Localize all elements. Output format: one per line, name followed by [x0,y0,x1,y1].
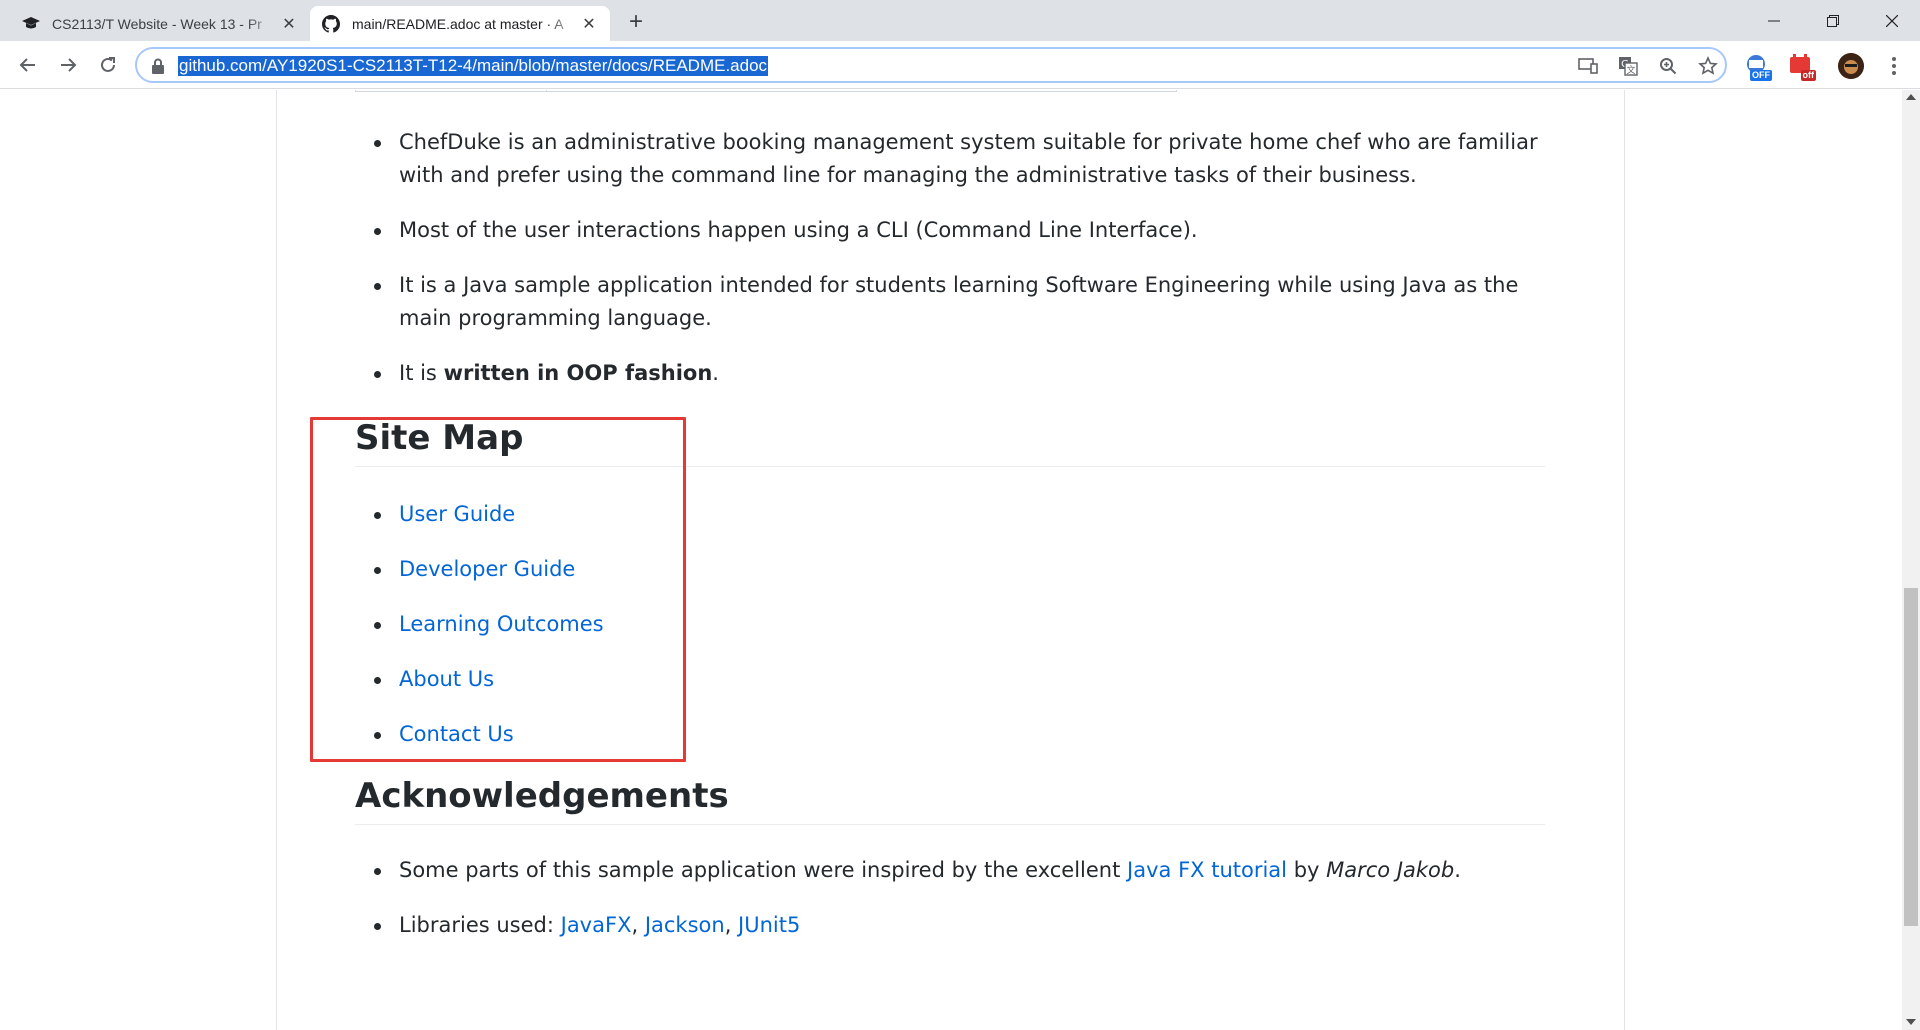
vertical-scrollbar[interactable] [1902,90,1920,1030]
separator: , [724,913,739,937]
minimize-window-button[interactable] [1746,0,1802,41]
address-bar[interactable]: github.com/AY1920S1-CS2113T-T12-4/main/b… [135,47,1727,83]
list-item: It is a Java sample application intended… [355,269,1545,335]
new-tab-button[interactable]: + [622,8,650,36]
forward-button[interactable] [52,49,84,81]
javafx-link[interactable]: JavaFX [561,913,632,937]
acknowledgements-list: Some parts of this sample application we… [355,854,1461,964]
translate-icon[interactable]: G文 [1617,55,1639,77]
scrollbar-thumb[interactable] [1904,588,1918,926]
list-item: Most of the user interactions happen usi… [355,214,1545,247]
cast-icon[interactable] [1577,55,1599,77]
lock-icon[interactable] [151,58,165,74]
table-fragment [355,90,1177,92]
jackson-link[interactable]: Jackson [645,913,725,937]
profile-avatar[interactable] [1838,53,1864,79]
list-item-text: It is [399,361,444,385]
close-tab-icon[interactable]: ✕ [280,15,298,33]
bookmark-star-icon[interactable] [1697,55,1719,77]
browser-toolbar: github.com/AY1920S1-CS2113T-T12-4/main/b… [0,41,1920,89]
extension-off-badge: OFF [1750,70,1772,81]
url-text[interactable]: github.com/AY1920S1-CS2113T-T12-4/main/b… [178,56,769,76]
extension-icon[interactable]: off [1786,51,1816,81]
intro-list: ChefDuke is an administrative booking ma… [355,126,1545,412]
author-name: Marco Jakob [1326,858,1455,882]
restore-window-button[interactable] [1805,0,1861,41]
zoom-icon[interactable] [1657,55,1679,77]
list-item: ChefDuke is an administrative booking ma… [355,126,1545,192]
tab-title: CS2113/T Website - Week 13 - Pr [52,15,262,32]
list-item: Some parts of this sample application we… [355,854,1461,887]
graduation-cap-icon [22,15,40,33]
page-viewport: ChefDuke is an administrative booking ma… [0,90,1902,1030]
separator: , [631,913,645,937]
list-item: It is written in OOP fashion. [355,357,1545,390]
acknowledgements-heading: Acknowledgements [355,776,1545,825]
tab-strip: CS2113/T Website - Week 13 - Pr ✕ main/R… [0,0,1920,41]
scroll-up-arrow-icon[interactable] [1906,94,1916,100]
list-item-text: . [712,361,719,385]
list-item: Libraries used: JavaFX, Jackson, JUnit5 [355,909,1461,942]
site-map-highlight-box [310,417,686,762]
list-item-text: . [1454,858,1461,882]
github-icon [322,14,340,33]
tab-title: main/README.adoc at master · A [352,15,564,32]
scroll-down-arrow-icon[interactable] [1906,1019,1916,1025]
list-item-text: Libraries used: [399,913,561,937]
svg-text:文: 文 [1626,64,1635,76]
back-button[interactable] [12,49,44,81]
extension-off-badge: off [1800,70,1816,81]
junit5-link[interactable]: JUnit5 [738,913,800,937]
list-item-text: by [1287,858,1327,882]
tab-readme[interactable]: main/README.adoc at master · A ✕ [310,6,610,41]
close-tab-icon[interactable]: ✕ [580,15,598,33]
tab-cs2113-website[interactable]: CS2113/T Website - Week 13 - Pr ✕ [10,6,310,41]
list-item-text: Some parts of this sample application we… [399,858,1128,882]
extension-icon[interactable]: OFF [1742,51,1772,81]
browser-menu-button[interactable] [1882,53,1906,79]
table-fragment-divider [546,90,547,92]
reload-button[interactable] [92,49,124,81]
bold-text: written in OOP fashion [443,361,713,385]
close-window-button[interactable] [1864,0,1920,41]
javafx-tutorial-link[interactable]: Java FX tutorial [1127,858,1287,882]
